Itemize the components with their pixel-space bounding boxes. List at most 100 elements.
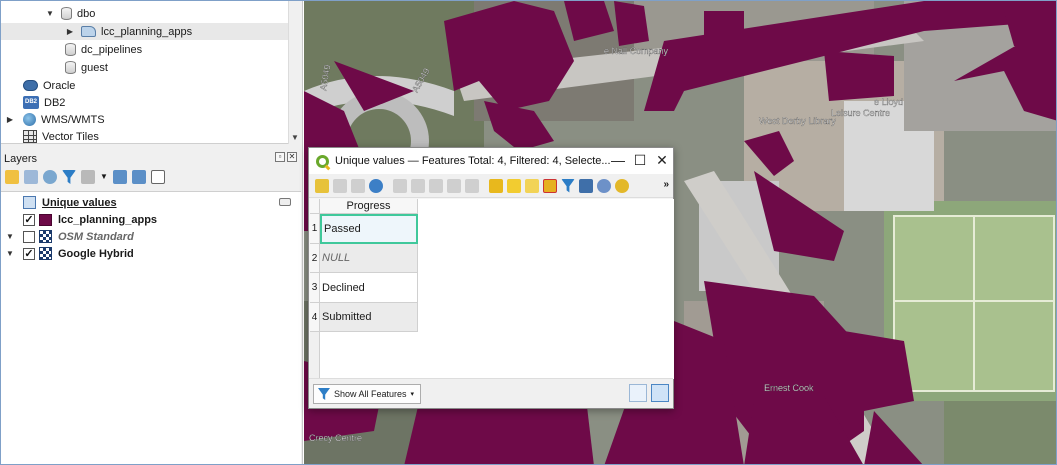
layer-visibility-checkbox[interactable]: ✓ — [23, 247, 35, 260]
layer-lcc-planning-apps[interactable]: ✓ lcc_planning_apps — [1, 211, 301, 228]
delete-feature-icon[interactable] — [411, 178, 425, 193]
layers-panel-header: Layers ▫ ✕ — [1, 151, 301, 167]
expand-all-icon[interactable] — [113, 170, 127, 184]
dialog-titlebar[interactable]: Unique values — Features Total: 4, Filte… — [309, 148, 673, 174]
toolbar-overflow-icon[interactable]: » — [663, 179, 669, 190]
schema-icon — [81, 26, 96, 37]
add-group-icon[interactable] — [24, 170, 38, 184]
globe-icon — [23, 113, 36, 126]
browser-item-dc-pipelines[interactable]: dc_pipelines — [65, 41, 142, 58]
minimize-icon[interactable]: — — [607, 148, 629, 174]
raster-tile-icon — [39, 230, 52, 243]
unique-values-icon — [23, 196, 36, 209]
map-label-library: West Derby Library — [759, 116, 836, 126]
app-window: ▼ dbo ▶ lcc_planning_apps dc_pipelines g… — [0, 0, 1057, 465]
row-number[interactable]: 3 — [310, 273, 320, 303]
open-layer-styling-icon[interactable] — [5, 170, 19, 184]
move-selection-to-top-icon[interactable] — [579, 178, 593, 193]
layers-toolbar: ▼ — [5, 170, 165, 184]
database-icon — [65, 43, 76, 56]
expand-arrow-icon[interactable]: ▼ — [5, 249, 15, 258]
collapse-arrow-icon[interactable]: ▶ — [5, 115, 15, 124]
select-all-icon[interactable] — [507, 178, 521, 193]
pan-to-selected-icon[interactable] — [597, 178, 611, 193]
layer-visibility-checkbox[interactable] — [23, 230, 35, 243]
browser-item-oracle[interactable]: Oracle — [23, 77, 75, 94]
filter-select-icon[interactable] — [561, 178, 575, 193]
table-cell[interactable]: NULL — [320, 244, 418, 273]
table-corner[interactable] — [310, 199, 320, 214]
browser-item-vector-tiles[interactable]: Vector Tiles — [23, 128, 99, 145]
attribute-table-dialog: Unique values — Features Total: 4, Filte… — [308, 147, 674, 409]
layers-list: Unique values ✓ lcc_planning_apps ▼ OSM … — [1, 191, 301, 464]
filter-legend-icon[interactable] — [62, 170, 76, 184]
filter-funnel-icon — [318, 388, 330, 400]
copy-icon[interactable] — [447, 178, 461, 193]
dialog-title: Unique values — Features Total: 4, Filte… — [335, 155, 611, 167]
collapse-arrow-icon[interactable]: ▶ — [65, 27, 75, 36]
polygon-swatch-icon — [39, 213, 52, 226]
form-view-icon[interactable] — [629, 384, 647, 402]
row-number[interactable]: 4 — [310, 303, 320, 332]
table-cell[interactable]: Submitted — [320, 303, 418, 332]
browser-item-guest[interactable]: guest — [65, 59, 108, 76]
vector-tiles-icon — [23, 130, 37, 143]
float-panel-icon[interactable]: ▫ — [275, 152, 285, 162]
layer-visibility-checkbox[interactable]: ✓ — [23, 213, 35, 226]
attribute-table: Progress 1 Passed 2 NULL 3 Declined 4 Su… — [310, 199, 674, 379]
select-by-expression-icon[interactable] — [489, 178, 503, 193]
invert-selection-icon[interactable] — [525, 178, 539, 193]
qgis-logo-icon — [316, 154, 329, 168]
layer-indicator-icon[interactable] — [279, 198, 291, 206]
table-view-icon[interactable] — [651, 384, 669, 402]
database-icon — [61, 7, 72, 20]
cut-icon[interactable] — [429, 178, 443, 193]
expand-arrow-icon[interactable]: ▼ — [45, 9, 55, 18]
close-icon[interactable]: ✕ — [651, 148, 673, 174]
multi-edit-icon[interactable] — [333, 178, 347, 193]
reload-icon[interactable] — [369, 178, 383, 193]
save-edits-icon[interactable] — [351, 178, 365, 193]
add-feature-icon[interactable] — [393, 178, 407, 193]
close-panel-icon[interactable]: ✕ — [287, 152, 297, 162]
attribute-toolbar: » — [309, 174, 673, 198]
map-label-crecy-centre: Crecy Centre — [309, 433, 362, 443]
manage-visibility-icon[interactable] — [43, 170, 57, 184]
row-number[interactable]: 2 — [310, 244, 320, 273]
deselect-all-icon[interactable] — [543, 178, 557, 193]
row-number[interactable]: 1 — [310, 214, 320, 244]
map-label-company: e Nall Company — [604, 46, 669, 56]
browser-item-lcc-planning-apps[interactable]: ▶ lcc_planning_apps — [1, 23, 288, 40]
browser-item-wms-wmts[interactable]: ▶ WMS/WMTS — [5, 111, 105, 128]
layer-unique-values[interactable]: Unique values — [1, 194, 301, 211]
database-icon — [65, 61, 76, 74]
browser-item-db2[interactable]: DB2 DB2 — [23, 94, 65, 111]
column-header-progress[interactable]: Progress — [320, 199, 418, 214]
table-cell[interactable]: Passed — [320, 214, 418, 244]
paste-icon[interactable] — [465, 178, 479, 193]
map-label-lloyd: e Lloyd — [874, 97, 903, 107]
map-label-leisure-centre: Leisure Centre — [831, 108, 890, 118]
remove-layer-icon[interactable] — [151, 170, 165, 184]
dropdown-arrow-icon[interactable]: ▼ — [100, 170, 108, 184]
maximize-icon[interactable]: ☐ — [629, 148, 651, 174]
oracle-icon — [23, 80, 38, 91]
filter-expression-icon[interactable] — [81, 170, 95, 184]
browser-scrollbar[interactable]: ▼ — [288, 1, 301, 144]
left-dock: ▼ dbo ▶ lcc_planning_apps dc_pipelines g… — [1, 1, 303, 464]
zoom-to-selected-icon[interactable] — [615, 178, 629, 193]
browser-panel: ▼ dbo ▶ lcc_planning_apps dc_pipelines g… — [1, 1, 301, 144]
db2-icon: DB2 — [23, 96, 39, 109]
scroll-down-icon[interactable]: ▼ — [291, 133, 299, 142]
layers-panel-title: Layers — [4, 153, 38, 165]
dropdown-arrow-icon: ▾ — [410, 391, 415, 398]
expand-arrow-icon[interactable]: ▼ — [5, 232, 15, 241]
browser-item-dbo[interactable]: ▼ dbo — [45, 5, 95, 22]
toggle-editing-icon[interactable] — [315, 178, 329, 193]
dialog-footer: Show All Features ▾ — [309, 378, 673, 408]
table-cell[interactable]: Declined — [320, 273, 418, 303]
layer-osm-standard[interactable]: ▼ OSM Standard — [1, 228, 301, 245]
collapse-all-icon[interactable] — [132, 170, 146, 184]
layer-google-hybrid[interactable]: ▼ ✓ Google Hybrid — [1, 245, 301, 262]
show-all-features-button[interactable]: Show All Features ▾ — [313, 384, 422, 404]
